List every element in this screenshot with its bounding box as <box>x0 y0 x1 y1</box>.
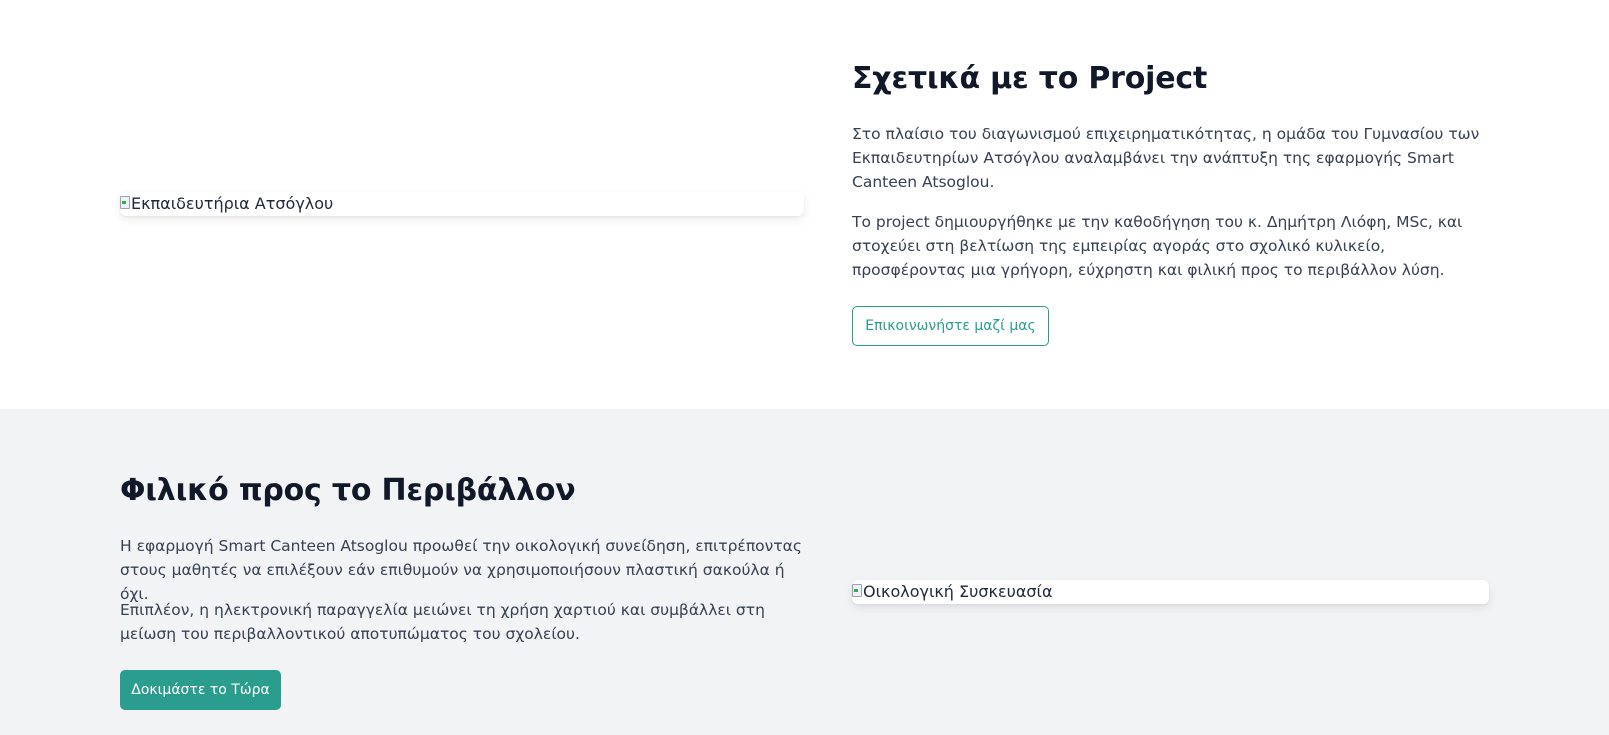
try-now-button[interactable]: Δοκιμάστε το Τώρα <box>120 670 281 710</box>
eco-packaging-image: Οικολογική Συσκευασία <box>852 580 1489 604</box>
school-image-alt: Εκπαιδευτήρια Ατσόγλου <box>131 193 334 213</box>
eco-paragraph-1: Η εφαρμογή Smart Canteen Atsoglou προωθε… <box>120 537 802 603</box>
eco-paragraph-2: Επιπλέον, η ηλεκτρονική παραγγελία μειών… <box>120 601 765 643</box>
about-section: Εκπαιδευτήρια Ατσόγλου Σχετικά με το Pro… <box>0 0 1609 409</box>
eco-section: Φιλικό προς το Περιβάλλον Η εφαρμογή Sma… <box>0 409 1609 735</box>
broken-image-icon <box>120 196 130 210</box>
school-image: Εκπαιδευτήρια Ατσόγλου <box>120 192 804 216</box>
about-title: Σχετικά με το Project <box>852 61 1208 96</box>
about-paragraph-2: Το project δημιουργήθηκε με την καθοδήγη… <box>852 213 1463 279</box>
eco-title: Φιλικό προς το Περιβάλλον <box>120 473 576 508</box>
broken-image-icon <box>852 584 862 598</box>
eco-image-alt: Οικολογική Συσκευασία <box>863 581 1053 601</box>
contact-button[interactable]: Επικοινωνήστε μαζί μας <box>852 306 1049 346</box>
about-paragraph-1: Στο πλαίσιο του διαγωνισμού επιχειρηματι… <box>852 125 1480 191</box>
